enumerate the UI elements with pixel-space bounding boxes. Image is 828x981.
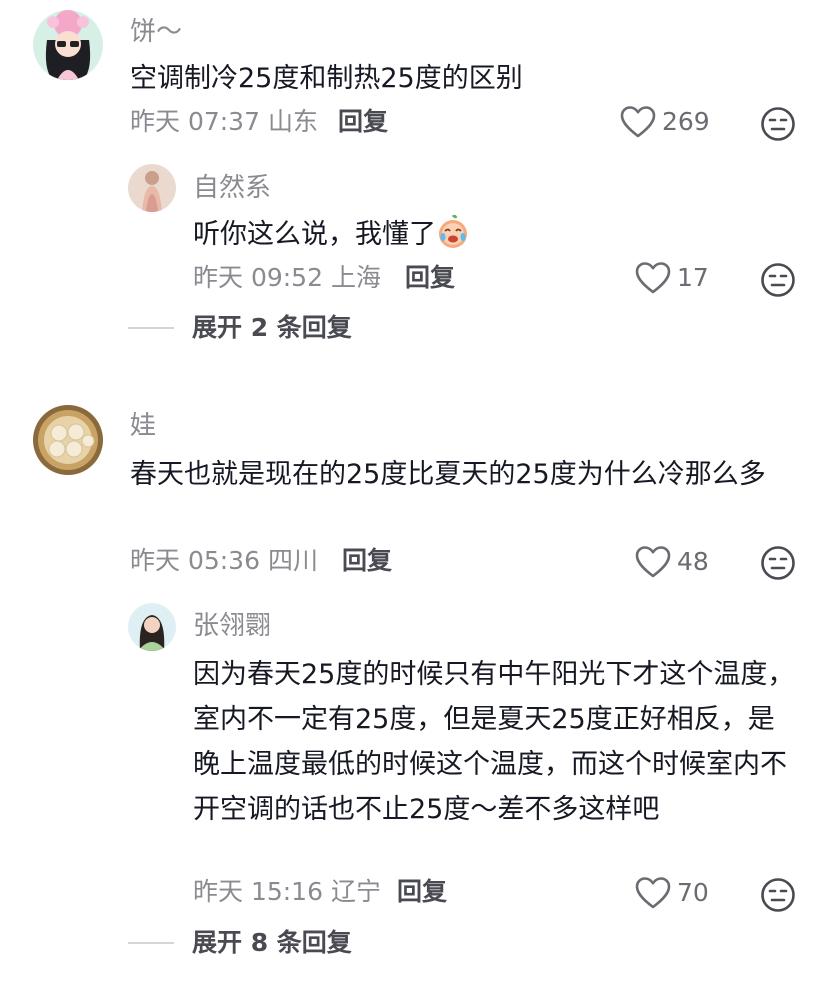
like-count: 269 bbox=[662, 107, 710, 136]
reply-text: 因为春天25度的时候只有中午阳光下才这个温度，室内不一定有25度，但是夏天25度… bbox=[193, 659, 795, 825]
expand-replies-label: 展开 2 条回复 bbox=[192, 313, 352, 342]
like-button[interactable]: 269 bbox=[620, 102, 710, 142]
emoji-face-icon[interactable] bbox=[760, 545, 796, 581]
emoji-face-icon[interactable] bbox=[760, 262, 796, 298]
expand-divider bbox=[128, 327, 174, 329]
comment-meta: 昨天 05:36 四川 bbox=[130, 545, 318, 577]
comment-text: 空调制冷25度和制热25度的区别 bbox=[130, 63, 523, 94]
avatar[interactable] bbox=[33, 405, 103, 475]
username[interactable]: 饼～ bbox=[130, 16, 182, 48]
expand-replies-button[interactable]: 展开 8 条回复 bbox=[128, 927, 352, 959]
like-button[interactable]: 48 bbox=[635, 542, 709, 582]
expand-replies-button[interactable]: 展开 2 条回复 bbox=[128, 312, 352, 344]
reply-text: 听你这么说，我懂了 bbox=[193, 212, 793, 257]
reply-meta: 昨天 09:52 上海 bbox=[193, 262, 381, 294]
reply-button[interactable]: 回复 bbox=[405, 262, 455, 294]
like-button[interactable]: 17 bbox=[635, 258, 709, 298]
comment-time: 昨天 05:36 bbox=[130, 546, 260, 575]
comment-location: 山东 bbox=[267, 107, 318, 136]
expand-replies-label: 展开 8 条回复 bbox=[192, 928, 352, 957]
like-count: 70 bbox=[677, 878, 709, 907]
avatar[interactable] bbox=[33, 10, 103, 80]
username[interactable]: 自然系 bbox=[193, 172, 271, 204]
crying-laugh-emoji bbox=[439, 215, 467, 248]
like-count: 48 bbox=[677, 547, 709, 576]
comment-meta: 昨天 07:37 山东 bbox=[130, 106, 318, 138]
avatar[interactable] bbox=[128, 164, 176, 212]
heart-outline-icon bbox=[635, 877, 671, 909]
heart-outline-icon bbox=[635, 546, 671, 578]
comment-time: 昨天 07:37 bbox=[130, 107, 260, 136]
like-button[interactable]: 70 bbox=[635, 873, 709, 913]
heart-outline-icon bbox=[620, 106, 656, 138]
emoji-face-icon[interactable] bbox=[760, 106, 796, 142]
emoji-face-icon[interactable] bbox=[760, 877, 796, 913]
avatar[interactable] bbox=[128, 603, 176, 651]
reply-time: 昨天 15:16 bbox=[193, 877, 323, 906]
username[interactable]: 娃 bbox=[130, 410, 156, 442]
reply-meta: 昨天 15:16 辽宁 bbox=[193, 876, 381, 908]
comment-text: 春天也就是现在的25度比夏天的25度为什么冷那么多 bbox=[130, 459, 766, 490]
reply-button[interactable]: 回复 bbox=[338, 106, 388, 138]
comment-location: 四川 bbox=[267, 546, 318, 575]
expand-divider bbox=[128, 942, 174, 944]
reply-location: 辽宁 bbox=[330, 877, 381, 906]
reply-time: 昨天 09:52 bbox=[193, 263, 323, 292]
heart-outline-icon bbox=[635, 262, 671, 294]
reply-location: 上海 bbox=[330, 263, 381, 292]
reply-button[interactable]: 回复 bbox=[342, 545, 392, 577]
reply-button[interactable]: 回复 bbox=[397, 876, 447, 908]
username[interactable]: 张翎翾 bbox=[193, 610, 271, 642]
like-count: 17 bbox=[677, 263, 709, 292]
